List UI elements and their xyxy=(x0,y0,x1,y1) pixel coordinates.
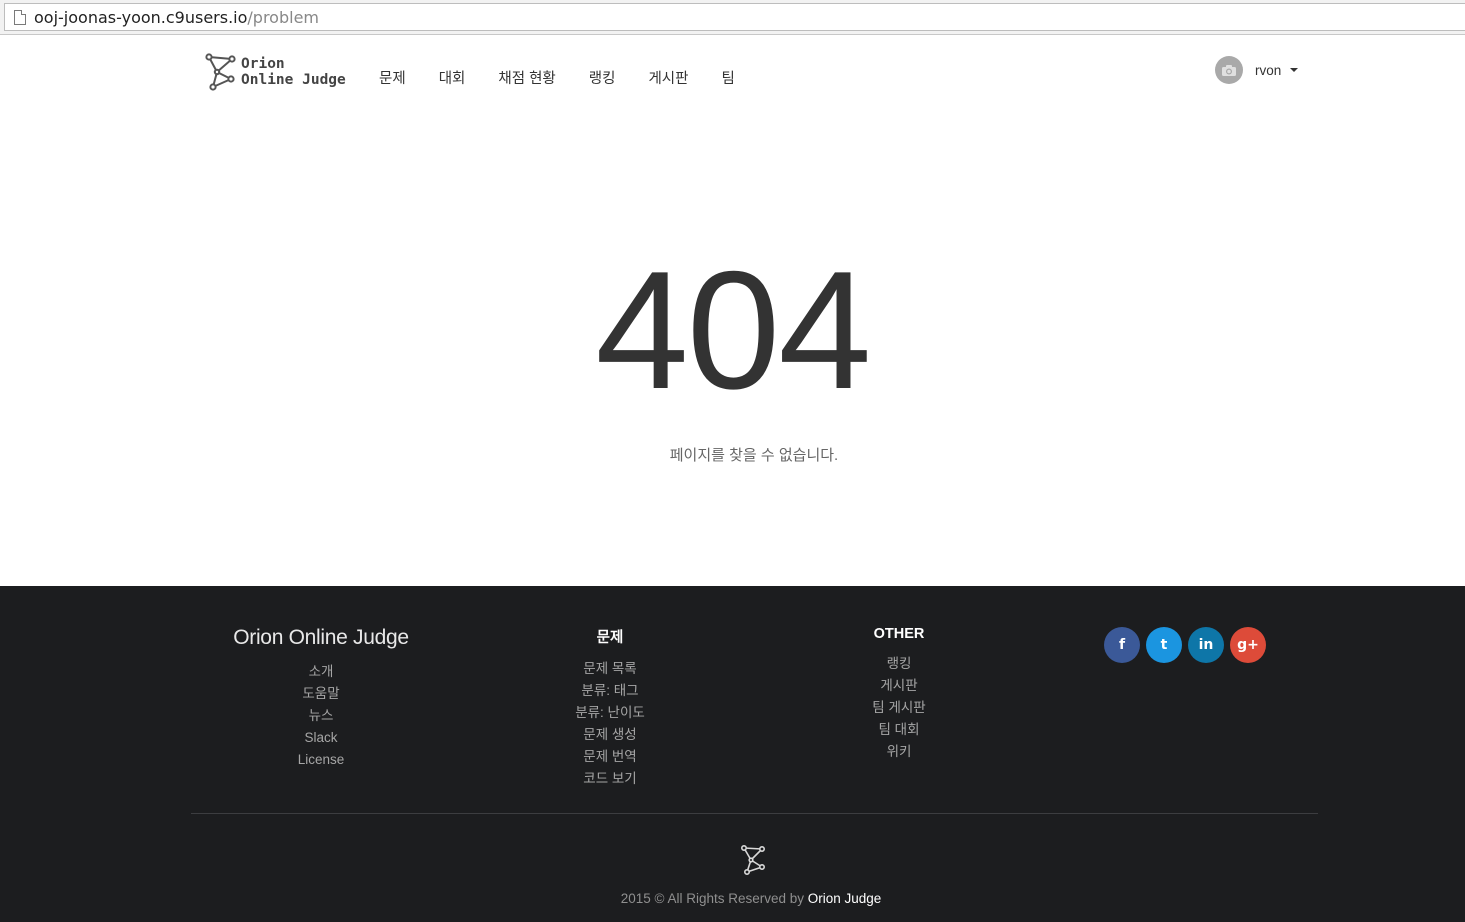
google-plus-icon[interactable]: g+ xyxy=(1230,627,1266,663)
footer-link-license[interactable]: License xyxy=(221,749,421,771)
caret-down-icon xyxy=(1290,68,1299,72)
footer-problem-heading: 문제 xyxy=(596,630,624,646)
footer-link-translate-problem[interactable]: 문제 번역 xyxy=(540,746,680,768)
site-logo[interactable]: Orion Online Judge xyxy=(205,53,346,91)
user-menu[interactable]: rvon xyxy=(1215,56,1299,84)
footer-link-board[interactable]: 게시판 xyxy=(829,675,969,697)
footer-link-difficulty[interactable]: 분류: 난이도 xyxy=(540,702,680,724)
footer-link-tag[interactable]: 분류: 태그 xyxy=(540,680,680,702)
logo-line-1: Orion xyxy=(241,56,285,72)
footer-other-column: OTHER 랭킹 게시판 팀 게시판 팀 대회 위키 xyxy=(829,626,969,763)
footer-link-team-board[interactable]: 팀 게시판 xyxy=(829,697,969,719)
main-nav: 문제 대회 채점 현황 랭킹 게시판 팀 xyxy=(379,67,768,88)
footer-link-team-contest[interactable]: 팀 대회 xyxy=(829,719,969,741)
browser-address-bar: ooj-joonas-yoon.c9users.io/problem xyxy=(0,0,1465,35)
copyright-text: 2015 © All Rights Reserved by xyxy=(620,891,808,906)
footer-link-problem-list[interactable]: 문제 목록 xyxy=(540,658,680,680)
top-navbar: Orion Online Judge 문제 대회 채점 현황 랭킹 게시판 팀 … xyxy=(0,36,1465,120)
page-icon xyxy=(14,9,26,25)
nav-status[interactable]: 채점 현황 xyxy=(498,67,555,88)
error-message: 페이지를 찾을 수 없습니다. xyxy=(669,447,839,464)
footer-link-slack[interactable]: Slack xyxy=(221,727,421,749)
constellation-logo-icon xyxy=(205,53,236,91)
camera-icon xyxy=(1222,64,1236,76)
footer-logo xyxy=(740,844,768,881)
footer: Orion Online Judge 소개 도움말 뉴스 Slack Licen… xyxy=(0,586,1465,922)
constellation-logo-icon xyxy=(740,844,765,875)
nav-contests[interactable]: 대회 xyxy=(439,67,466,88)
footer-link-wiki[interactable]: 위키 xyxy=(829,741,969,763)
nav-ranking[interactable]: 랭킹 xyxy=(589,67,616,88)
avatar xyxy=(1215,56,1243,84)
facebook-icon[interactable]: f xyxy=(1104,627,1140,663)
linkedin-icon[interactable]: in xyxy=(1188,627,1224,663)
social-links: f t in g+ xyxy=(1104,627,1272,663)
url-field[interactable]: ooj-joonas-yoon.c9users.io/problem xyxy=(4,3,1465,31)
copyright-brand[interactable]: Orion Judge xyxy=(808,891,882,906)
url-host: ooj-joonas-yoon.c9users.io xyxy=(34,7,248,27)
url-path: /problem xyxy=(247,7,319,27)
footer-divider xyxy=(191,813,1318,814)
logo-line-2: Online Judge xyxy=(241,72,346,88)
nav-problems[interactable]: 문제 xyxy=(379,67,406,88)
footer-link-create-problem[interactable]: 문제 생성 xyxy=(540,724,680,746)
footer-link-view-code[interactable]: 코드 보기 xyxy=(540,768,680,790)
footer-link-news[interactable]: 뉴스 xyxy=(221,705,421,727)
username: rvon xyxy=(1255,62,1282,78)
footer-link-about[interactable]: 소개 xyxy=(221,661,421,683)
footer-brand-title: Orion Online Judge xyxy=(233,626,409,649)
footer-link-help[interactable]: 도움말 xyxy=(221,683,421,705)
nav-board[interactable]: 게시판 xyxy=(648,67,688,88)
footer-brand-column: Orion Online Judge 소개 도움말 뉴스 Slack Licen… xyxy=(221,626,421,771)
footer-other-heading: OTHER xyxy=(873,626,925,642)
copyright: 2015 © All Rights Reserved by Orion Judg… xyxy=(0,891,1465,906)
twitter-icon[interactable]: t xyxy=(1146,627,1182,663)
footer-link-ranking[interactable]: 랭킹 xyxy=(829,653,969,675)
nav-team[interactable]: 팀 xyxy=(721,67,734,88)
footer-problem-column: 문제 문제 목록 분류: 태그 분류: 난이도 문제 생성 문제 번역 코드 보… xyxy=(540,626,680,790)
error-code: 404 xyxy=(595,236,871,424)
